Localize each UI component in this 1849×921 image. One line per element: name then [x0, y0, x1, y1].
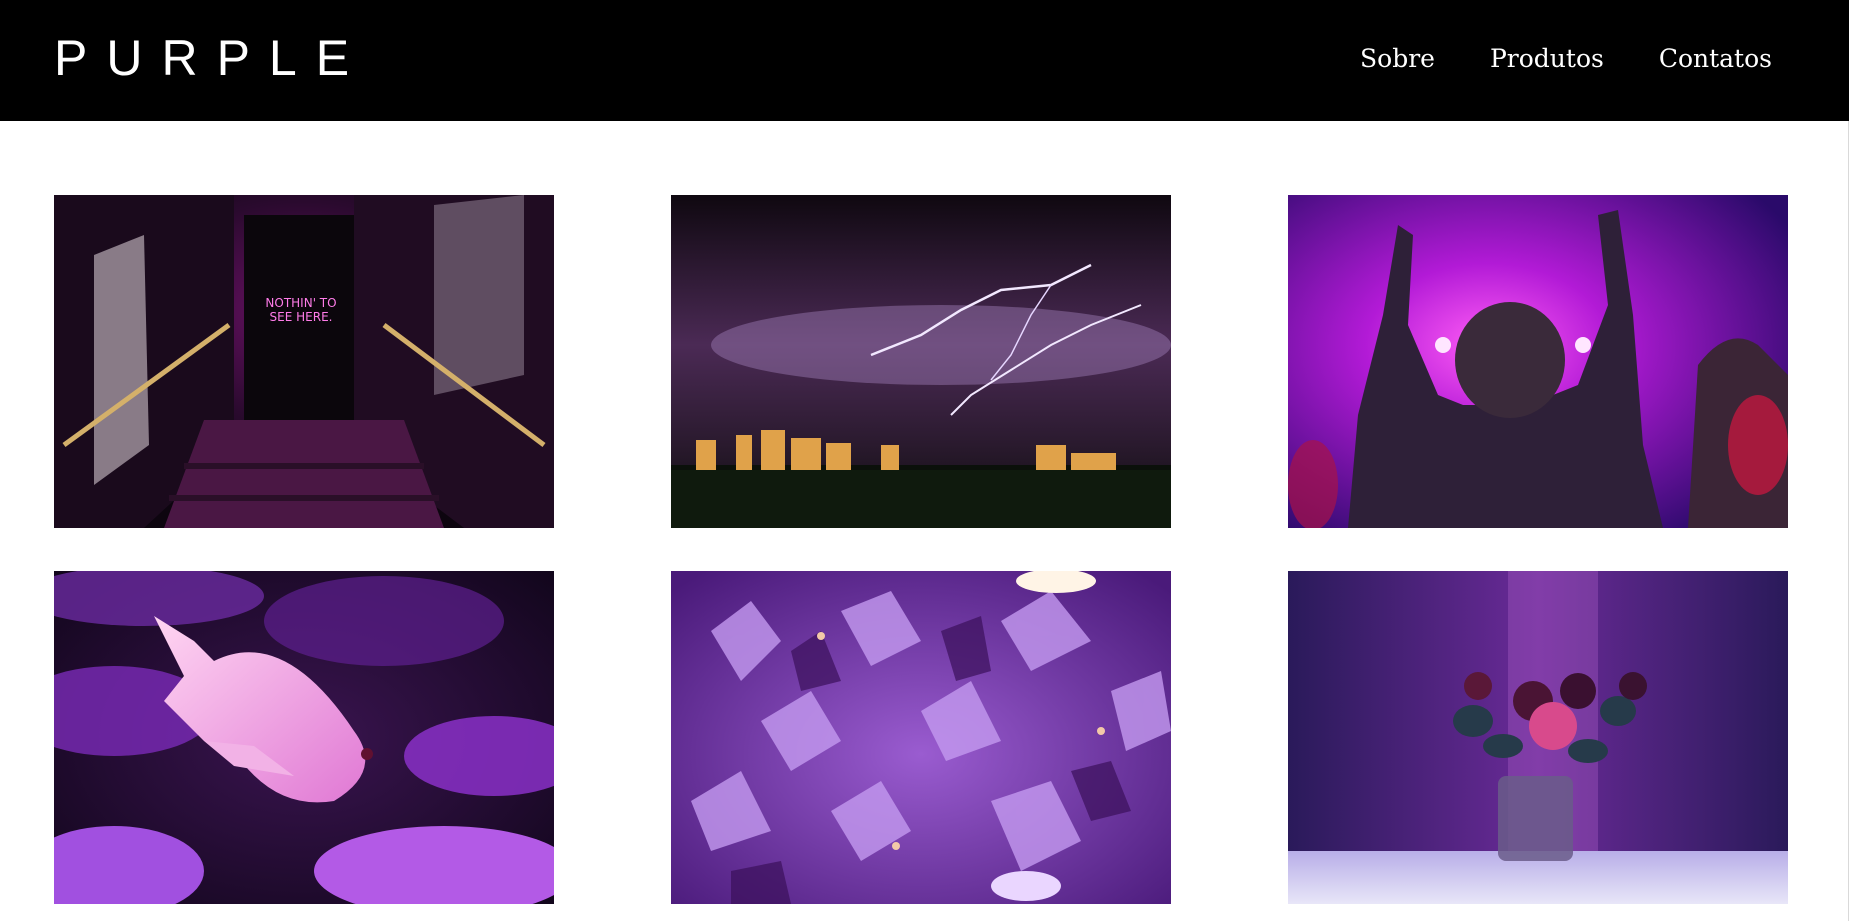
neon-sign-line-2: SEE HERE.: [270, 310, 333, 324]
neon-sign-line-1: NOTHIN' TO: [265, 296, 336, 310]
site-logo[interactable]: PURPLE: [54, 28, 368, 88]
roses-vase-photo: [1288, 571, 1788, 904]
gallery-image-fish-coral: [54, 571, 554, 904]
gallery-image-roses-vase: [1288, 571, 1788, 904]
lightning-city-photo: [671, 195, 1171, 528]
gallery-image-lightning-city: [671, 195, 1171, 528]
concert-crowd-photo: [1288, 195, 1788, 528]
gallery-image-amethyst: [671, 571, 1171, 904]
neon-stairway-photo: NOTHIN' TO SEE HERE.: [54, 195, 554, 528]
main-nav: Sobre Produtos Contatos: [1360, 40, 1772, 78]
gallery-image-concert-crowd: [1288, 195, 1788, 528]
amethyst-crystals-photo: [671, 571, 1171, 904]
nav-link-sobre[interactable]: Sobre: [1360, 40, 1435, 78]
nav-link-produtos[interactable]: Produtos: [1490, 40, 1604, 78]
gallery-image-neon-stairway: NOTHIN' TO SEE HERE.: [54, 195, 554, 528]
nav-link-contatos[interactable]: Contatos: [1659, 40, 1772, 78]
site-header: PURPLE Sobre Produtos Contatos: [0, 0, 1849, 121]
pink-fish-coral-photo: [54, 571, 554, 904]
